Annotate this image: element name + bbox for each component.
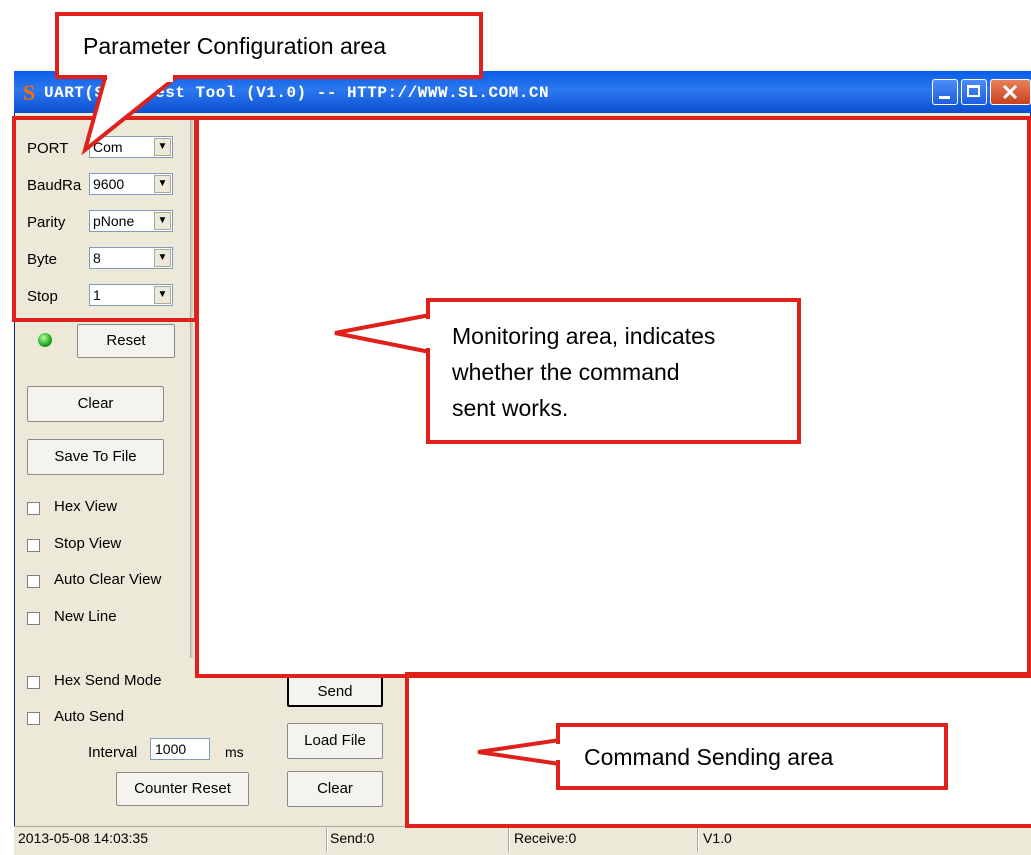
- callout-joint: [107, 74, 173, 82]
- command-sending-callout-text: Command Sending area: [584, 744, 834, 770]
- monitoring-callout-line2: whether the command: [452, 359, 680, 385]
- param-config-callout-text: Parameter Configuration area: [83, 33, 386, 59]
- param-config-callout: Parameter Configuration area: [55, 12, 483, 79]
- monitoring-callout: Monitoring area, indicates whether the c…: [426, 298, 801, 444]
- callout-joint: [423, 319, 431, 348]
- command-sending-callout: Command Sending area: [556, 723, 948, 790]
- monitoring-callout-line3: sent works.: [452, 395, 569, 421]
- callout-joint: [553, 744, 561, 760]
- monitoring-callout-line1: Monitoring area, indicates: [452, 323, 716, 349]
